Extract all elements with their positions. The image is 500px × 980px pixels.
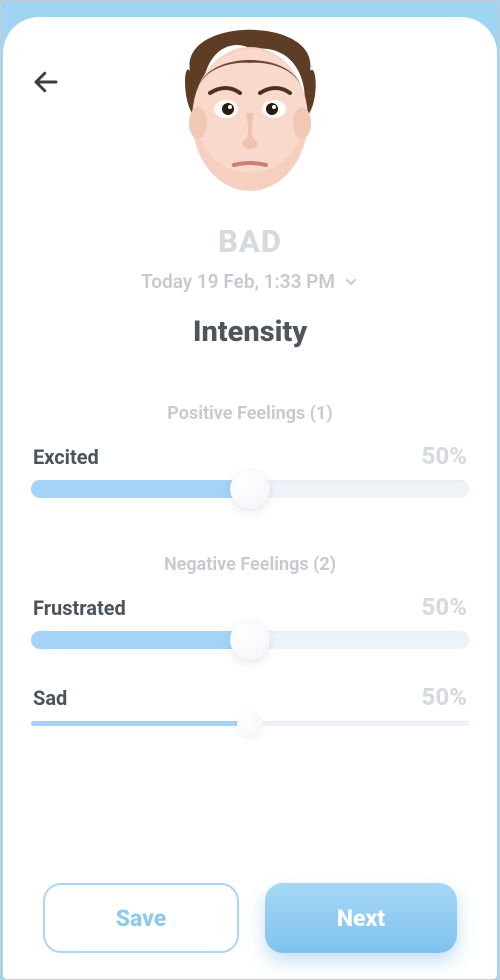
slider-thumb[interactable] (230, 469, 270, 509)
back-button[interactable] (29, 65, 63, 99)
positive-group-heading: Positive Feelings (1) (31, 403, 469, 424)
slider-value: 50% (422, 593, 467, 621)
negative-group-heading: Negative Feelings (2) (31, 554, 469, 575)
slider-excited: Excited 50% (31, 442, 469, 498)
slider-value: 50% (422, 683, 467, 711)
slider-frustrated: Frustrated 50% (31, 593, 469, 649)
slider-track[interactable] (31, 631, 469, 649)
date-picker[interactable]: Today 19 Feb, 1:33 PM (31, 270, 469, 293)
slider-label: Sad (33, 686, 67, 710)
slider-label: Excited (33, 445, 99, 469)
mood-label: BAD (31, 223, 469, 260)
mood-intensity-card: BAD Today 19 Feb, 1:33 PM Intensity Posi… (3, 17, 497, 979)
slider-label: Frustrated (33, 596, 126, 620)
save-button[interactable]: Save (43, 883, 239, 953)
slider-thumb[interactable] (237, 711, 263, 737)
face-avatar-icon (160, 17, 340, 211)
footer-actions: Save Next (3, 883, 497, 953)
date-text: Today 19 Feb, 1:33 PM (141, 270, 335, 293)
section-title: Intensity (31, 315, 469, 349)
slider-sad: Sad 50% (31, 683, 469, 726)
slider-thumb[interactable] (230, 620, 270, 660)
arrow-left-icon (31, 67, 61, 97)
next-button[interactable]: Next (265, 883, 457, 953)
slider-value: 50% (422, 442, 467, 470)
slider-track[interactable] (31, 480, 469, 498)
chevron-down-icon (343, 274, 359, 290)
avatar (160, 17, 340, 211)
slider-track[interactable] (31, 721, 469, 726)
